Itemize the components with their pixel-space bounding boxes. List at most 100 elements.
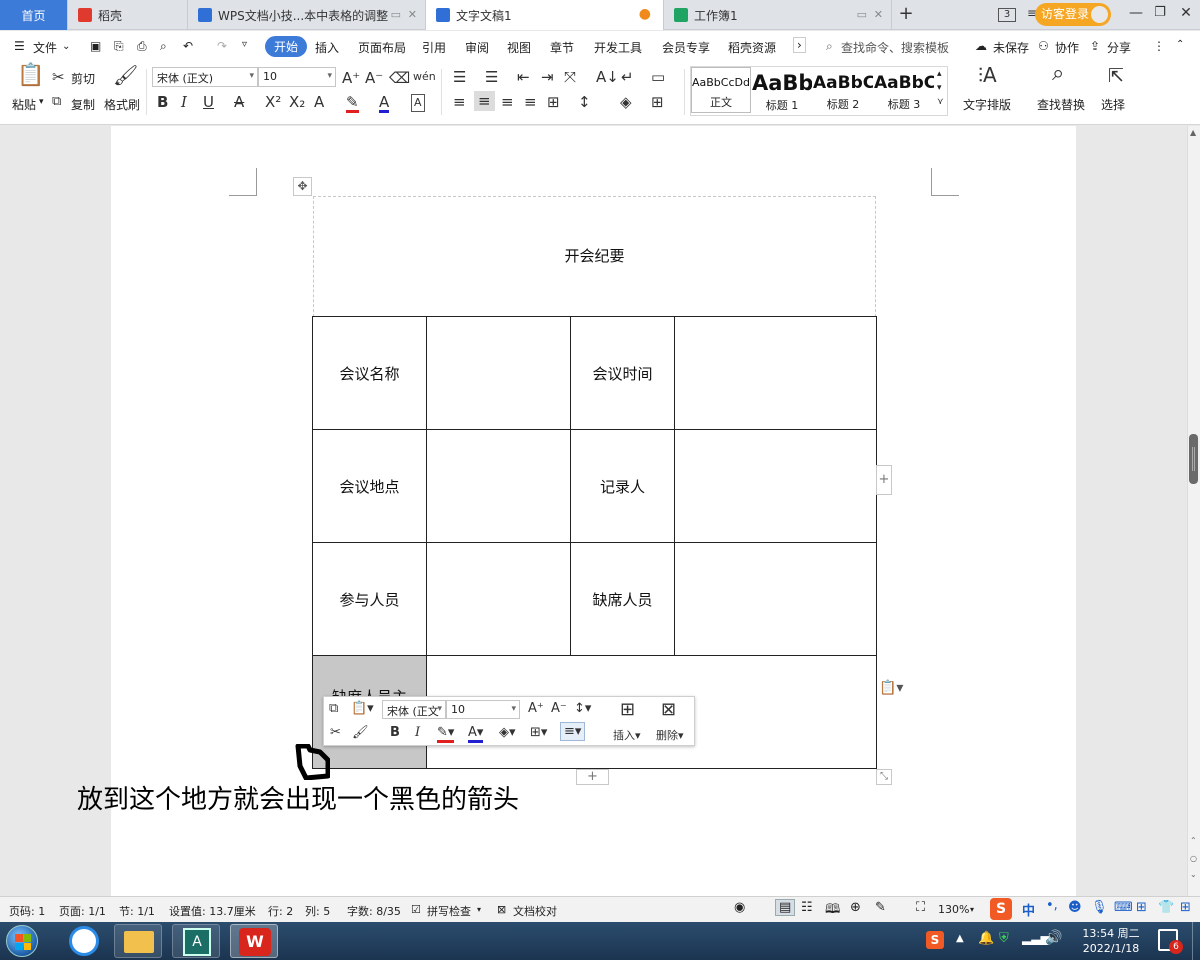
copy-icon[interactable]: ⧉ [52, 94, 61, 110]
menu-tab-page-layout[interactable]: 页面布局 [358, 39, 406, 56]
menu-tab-review[interactable]: 审阅 [465, 39, 489, 56]
table-cell[interactable]: 会议地点 [312, 429, 427, 543]
select-cursor-icon[interactable]: ⇱ [1108, 67, 1124, 86]
redo-icon[interactable]: ↷ [217, 39, 227, 53]
tab-workbook-1[interactable]: 工作簿1 ▭ ✕ [664, 0, 892, 30]
close-icon[interactable]: ✕ [874, 8, 883, 21]
cut-icon[interactable]: ✂ [52, 69, 65, 85]
clear-format-icon[interactable]: ⌫ [389, 70, 410, 86]
table-title-cell[interactable]: 开会纪要 [313, 196, 876, 317]
style-heading-1[interactable]: AaBb 标题 1 [752, 67, 812, 113]
bullet-list-icon[interactable]: ☰ [453, 69, 466, 85]
sort-icon[interactable]: A↓ [596, 69, 619, 85]
menu-tab-developer[interactable]: 开发工具 [594, 39, 642, 56]
format-painter-icon[interactable]: 🖌 [352, 725, 369, 740]
status-section[interactable]: 节: 1/1 [119, 903, 155, 919]
punctuation-mode-icon[interactable]: •, [1046, 898, 1058, 913]
status-setting[interactable]: 设置值: 13.7厘米 [169, 903, 256, 919]
action-center-icon[interactable]: 6 [1158, 929, 1183, 954]
italic-icon[interactable]: I [181, 94, 187, 110]
highlight-icon[interactable]: ✎ [346, 94, 359, 113]
chevron-down-icon[interactable]: ▾ [477, 905, 481, 914]
security-shield-icon[interactable]: ⛨ [999, 931, 1009, 946]
justify-icon[interactable]: ≡ [524, 94, 537, 110]
menu-more-chevron-icon[interactable]: › [793, 37, 806, 53]
paste-button[interactable]: 粘贴 [12, 96, 36, 113]
table-cell[interactable] [674, 429, 877, 543]
format-painter-icon[interactable]: 🖌 [113, 65, 138, 85]
undo-icon[interactable]: ↶ [183, 39, 193, 53]
notification-bell-icon[interactable]: 🔔 [978, 931, 994, 946]
table-cell[interactable]: 记录人 [570, 429, 675, 543]
prev-page-icon[interactable]: ⌃ [1190, 836, 1197, 845]
style-expand-icon[interactable]: ⋎ [937, 97, 944, 107]
taskbar-wps[interactable]: W [230, 924, 278, 958]
status-word-count[interactable]: 字数: 8/35 [347, 903, 401, 919]
bold-icon[interactable]: B [390, 725, 400, 740]
chevron-down-icon[interactable]: ▾ [970, 905, 974, 914]
shrink-font-icon[interactable]: A⁻ [551, 701, 567, 716]
quick-access-more-icon[interactable]: ▿ [242, 39, 247, 50]
show-marks-icon[interactable]: ↵ [621, 69, 634, 85]
style-heading-3[interactable]: AaBbC 标题 3 [874, 67, 934, 113]
borders-icon[interactable]: ⊞▾ [530, 725, 547, 740]
mini-delete-button[interactable]: 删除▾ [656, 727, 684, 743]
text-layout-icon[interactable]: ⫶A [978, 65, 997, 85]
format-painter-button[interactable]: 格式刷 [104, 96, 140, 113]
emoji-icon[interactable]: ☻ [1068, 900, 1082, 915]
status-page[interactable]: 页码: 1 [9, 903, 45, 919]
shrink-font-icon[interactable]: A⁻ [365, 70, 383, 86]
hamburger-icon[interactable]: ☰ [14, 39, 25, 53]
next-page-icon[interactable]: ⌄ [1190, 870, 1197, 879]
start-button[interactable] [6, 925, 38, 957]
underline-icon[interactable]: U [203, 94, 214, 110]
distributed-icon[interactable]: ⊞ [547, 94, 560, 110]
status-col[interactable]: 列: 5 [305, 903, 330, 919]
cut-button[interactable]: 剪切 [71, 70, 95, 87]
table-cell[interactable] [674, 542, 877, 656]
align-right-icon[interactable]: ≡ [501, 94, 514, 110]
paste-icon[interactable]: 📋 [17, 65, 44, 87]
increase-indent-icon[interactable]: ⇥ [541, 69, 554, 85]
select-button[interactable]: 选择 [1101, 96, 1125, 113]
command-search-input[interactable]: 查找命令、搜索模板 [841, 39, 949, 56]
visitor-login-button[interactable]: 访客登录 [1035, 3, 1111, 26]
style-heading-2[interactable]: AaBbC 标题 2 [813, 67, 873, 113]
font-color-icon[interactable]: A▾ [468, 725, 484, 743]
sogou-ime-icon[interactable]: S [990, 898, 1012, 920]
menu-tab-member[interactable]: 会员专享 [662, 39, 710, 56]
paste-icon[interactable]: 📋▾ [351, 701, 374, 716]
doc-proof-button[interactable]: 文档校对 [513, 903, 557, 919]
menu-tab-view[interactable]: 视图 [507, 39, 531, 56]
table-cell[interactable]: 缺席人员 [570, 542, 675, 656]
find-replace-icon[interactable]: ⌕ [1052, 63, 1064, 85]
grow-font-icon[interactable]: A⁺ [342, 70, 360, 86]
taskbar-browser[interactable] [60, 924, 108, 958]
spell-check-button[interactable]: 拼写检查 [427, 903, 471, 919]
chevron-down-icon[interactable]: ⌄ [62, 41, 70, 52]
table-cell[interactable]: 会议名称 [312, 316, 427, 430]
collapse-ribbon-icon[interactable]: ⌃ [1176, 39, 1184, 50]
table-cell[interactable] [426, 316, 571, 430]
menu-file[interactable]: 文件 [33, 39, 57, 56]
status-pages[interactable]: 页面: 1/1 [59, 903, 106, 919]
zoom-level[interactable]: 130% [938, 903, 969, 916]
unsaved-status[interactable]: 未保存 [993, 39, 1029, 56]
menu-tab-chapter[interactable]: 章节 [550, 39, 574, 56]
show-desktop-button[interactable] [1192, 922, 1200, 960]
align-left-icon[interactable]: ≡ [453, 94, 466, 110]
highlight-icon[interactable]: ✎▾ [437, 725, 455, 743]
minimize-icon[interactable]: — [1124, 5, 1148, 21]
new-tab-plus-icon[interactable]: + [894, 3, 918, 24]
skin-icon[interactable]: 👕 [1158, 900, 1174, 915]
style-scroll-down-icon[interactable]: ▾ [937, 83, 942, 93]
shading-icon[interactable]: ◈ [620, 94, 632, 110]
cut-icon[interactable]: ✂ [330, 725, 341, 740]
copy-button[interactable]: 复制 [71, 96, 95, 113]
italic-icon[interactable]: I [415, 725, 420, 740]
menu-tab-insert[interactable]: 插入 [315, 39, 339, 56]
tray-expand-icon[interactable]: ▲ [956, 933, 964, 944]
font-name-select[interactable]: 宋体 (正文) ▾ [152, 67, 258, 87]
grow-font-icon[interactable]: A⁺ [528, 701, 544, 716]
restore-icon[interactable]: ❐ [1148, 5, 1172, 20]
